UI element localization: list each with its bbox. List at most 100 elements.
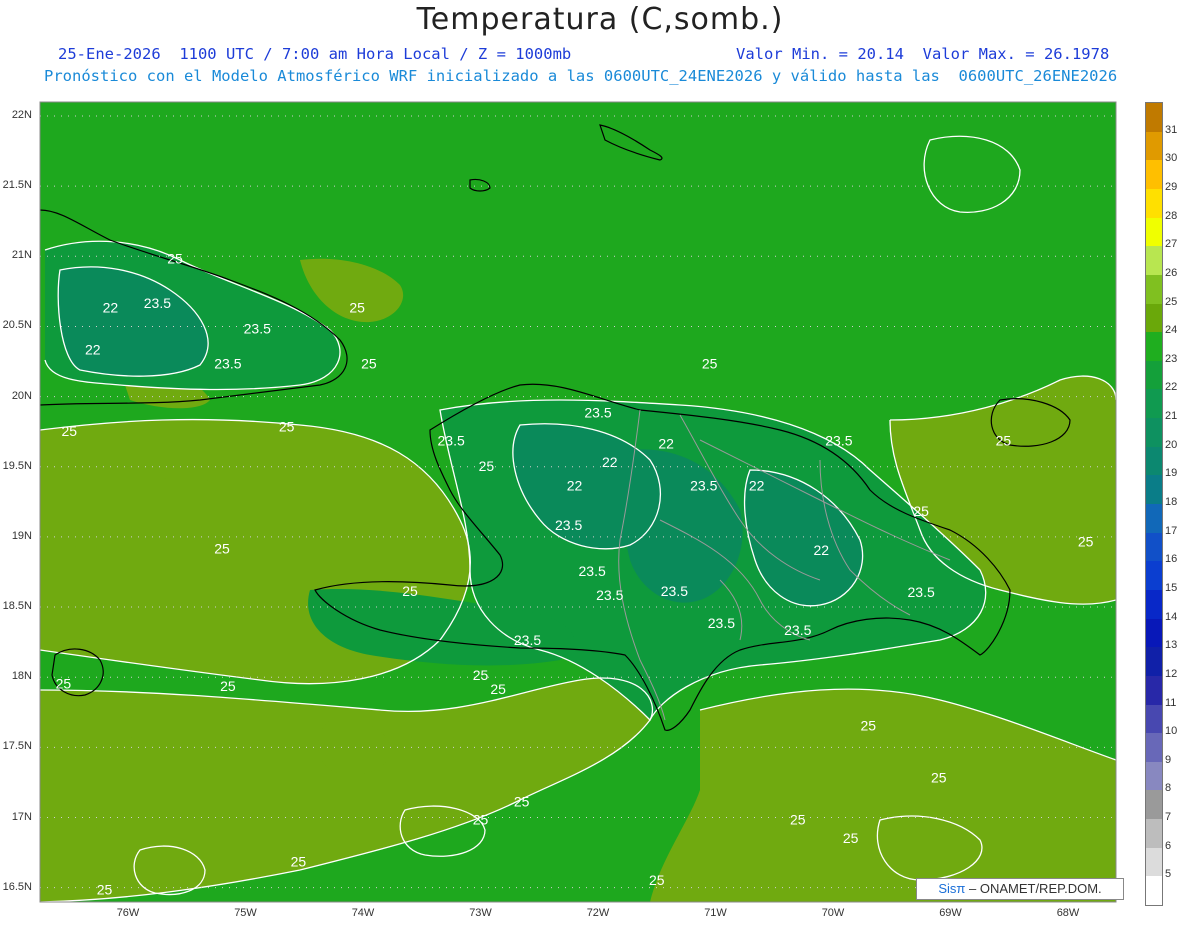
contour-label: 23.5 [514, 632, 541, 648]
longitude-label: 74W [351, 907, 375, 919]
latitude-label: 21N [11, 249, 32, 262]
contour-label: 23.5 [661, 583, 688, 599]
legend-swatch [1146, 274, 1162, 304]
contour-label: 25 [97, 882, 113, 898]
longitude-label: 68W [1056, 907, 1080, 919]
contour-label: 22 [813, 542, 829, 558]
legend-swatch [1146, 217, 1162, 247]
contour-label: 25 [514, 793, 530, 809]
contour-label: 25 [56, 675, 72, 691]
legend-swatch [1146, 761, 1162, 791]
legend-value: 17 [1165, 524, 1178, 537]
legend-value: 29 [1165, 180, 1178, 193]
credit-box: Sisπ – ONAMET/REP.DOM. [916, 878, 1124, 900]
legend-value: 11 [1165, 696, 1177, 709]
contour-label: 25 [361, 356, 377, 372]
legend-value: 21 [1165, 410, 1178, 423]
legend-value: 5 [1165, 868, 1172, 881]
longitude-label: 69W [939, 907, 962, 919]
contour-label: 23.5 [584, 405, 611, 421]
legend-value: 18 [1165, 496, 1178, 508]
longitude-label: 76W [116, 907, 140, 919]
credit-brand: Sisπ [938, 881, 966, 896]
contour-label: 25 [349, 299, 365, 315]
legend-swatch [1146, 360, 1162, 390]
contour-label: 25 [702, 356, 718, 372]
legend-value: 15 [1165, 581, 1178, 594]
latitude-label: 20.5N [2, 319, 32, 332]
latitude-label: 21.5N [2, 179, 32, 192]
latitude-label: 17.5N [2, 740, 32, 753]
contour-label: 25 [490, 681, 506, 697]
legend-value: 20 [1165, 438, 1178, 451]
contour-label: 25 [479, 458, 495, 474]
legend-swatch [1146, 847, 1162, 877]
longitude-label: 72W [586, 907, 610, 919]
longitude-label: 71W [704, 907, 727, 919]
contour-label: 23.5 [214, 356, 241, 372]
legend-value: 30 [1165, 152, 1178, 165]
legend-swatch [1146, 589, 1162, 620]
longitude-label: 70W [821, 907, 845, 919]
legend-swatch [1146, 504, 1162, 534]
contour-label: 25 [473, 812, 489, 828]
contour-label: 25 [214, 541, 230, 557]
legend-swatch [1146, 532, 1162, 562]
legend-swatch [1146, 675, 1162, 705]
contour-label: 23.5 [825, 433, 852, 449]
legend-value: 23 [1165, 352, 1178, 365]
contour-label: 25 [931, 769, 947, 785]
contour-label: 22 [749, 478, 765, 494]
legend-value: 26 [1165, 266, 1178, 279]
legend-value: 12 [1165, 667, 1178, 680]
contour-label: 22 [103, 299, 119, 315]
latitude-label: 19.5N [2, 459, 32, 472]
contour-label: 25 [1078, 534, 1094, 550]
legend-value: 8 [1165, 782, 1172, 795]
legend-swatch [1146, 704, 1162, 734]
legend-value: 19 [1165, 467, 1178, 480]
contour-label: 25 [996, 433, 1012, 449]
legend-swatch [1146, 332, 1162, 362]
contour-label: 25 [167, 250, 183, 266]
contour-label: 23.5 [244, 320, 271, 336]
contour-label: 23.5 [784, 622, 811, 638]
contour-label: 25 [649, 872, 665, 888]
legend-value: 28 [1165, 209, 1178, 222]
contour-label: 23.5 [908, 584, 935, 600]
latitude-label: 16.5N [2, 880, 32, 893]
contour-label: 23.5 [579, 563, 606, 579]
legend-swatch [1146, 618, 1162, 648]
legend-swatch [1146, 246, 1162, 276]
legend-value: 27 [1165, 238, 1178, 251]
contour-label: 25 [860, 718, 876, 734]
contour-label: 25 [473, 667, 489, 683]
contour-label: 25 [913, 503, 929, 519]
legend-value: 9 [1165, 753, 1172, 766]
legend-swatch [1146, 446, 1162, 476]
contour-label: 25 [220, 678, 236, 694]
contour-label: 25 [843, 830, 859, 846]
contour-label: 23.5 [144, 295, 171, 311]
contour-label: 23.5 [555, 517, 582, 533]
legend-swatch [1146, 876, 1162, 906]
legend-value: 22 [1165, 381, 1178, 394]
contour-label: 25 [790, 812, 806, 828]
legend-swatch [1146, 475, 1162, 505]
contour-label: 22 [602, 454, 618, 470]
latitude-label: 17N [11, 810, 32, 823]
legend-swatch [1146, 103, 1162, 133]
contour-label: 25 [291, 854, 307, 870]
latitude-label: 22N [11, 109, 32, 121]
contour-label: 22 [85, 342, 101, 358]
legend-swatch [1146, 733, 1162, 763]
contour-label: 23.5 [690, 478, 717, 494]
contour-label: 22 [658, 436, 674, 452]
contour-label: 23.5 [438, 433, 465, 449]
legend-swatch [1146, 418, 1162, 448]
legend-value: 24 [1165, 324, 1178, 337]
longitude-label: 73W [469, 907, 492, 919]
color-legend [1145, 102, 1163, 906]
contour-label: 23.5 [708, 615, 735, 631]
latitude-label: 20N [11, 389, 32, 402]
